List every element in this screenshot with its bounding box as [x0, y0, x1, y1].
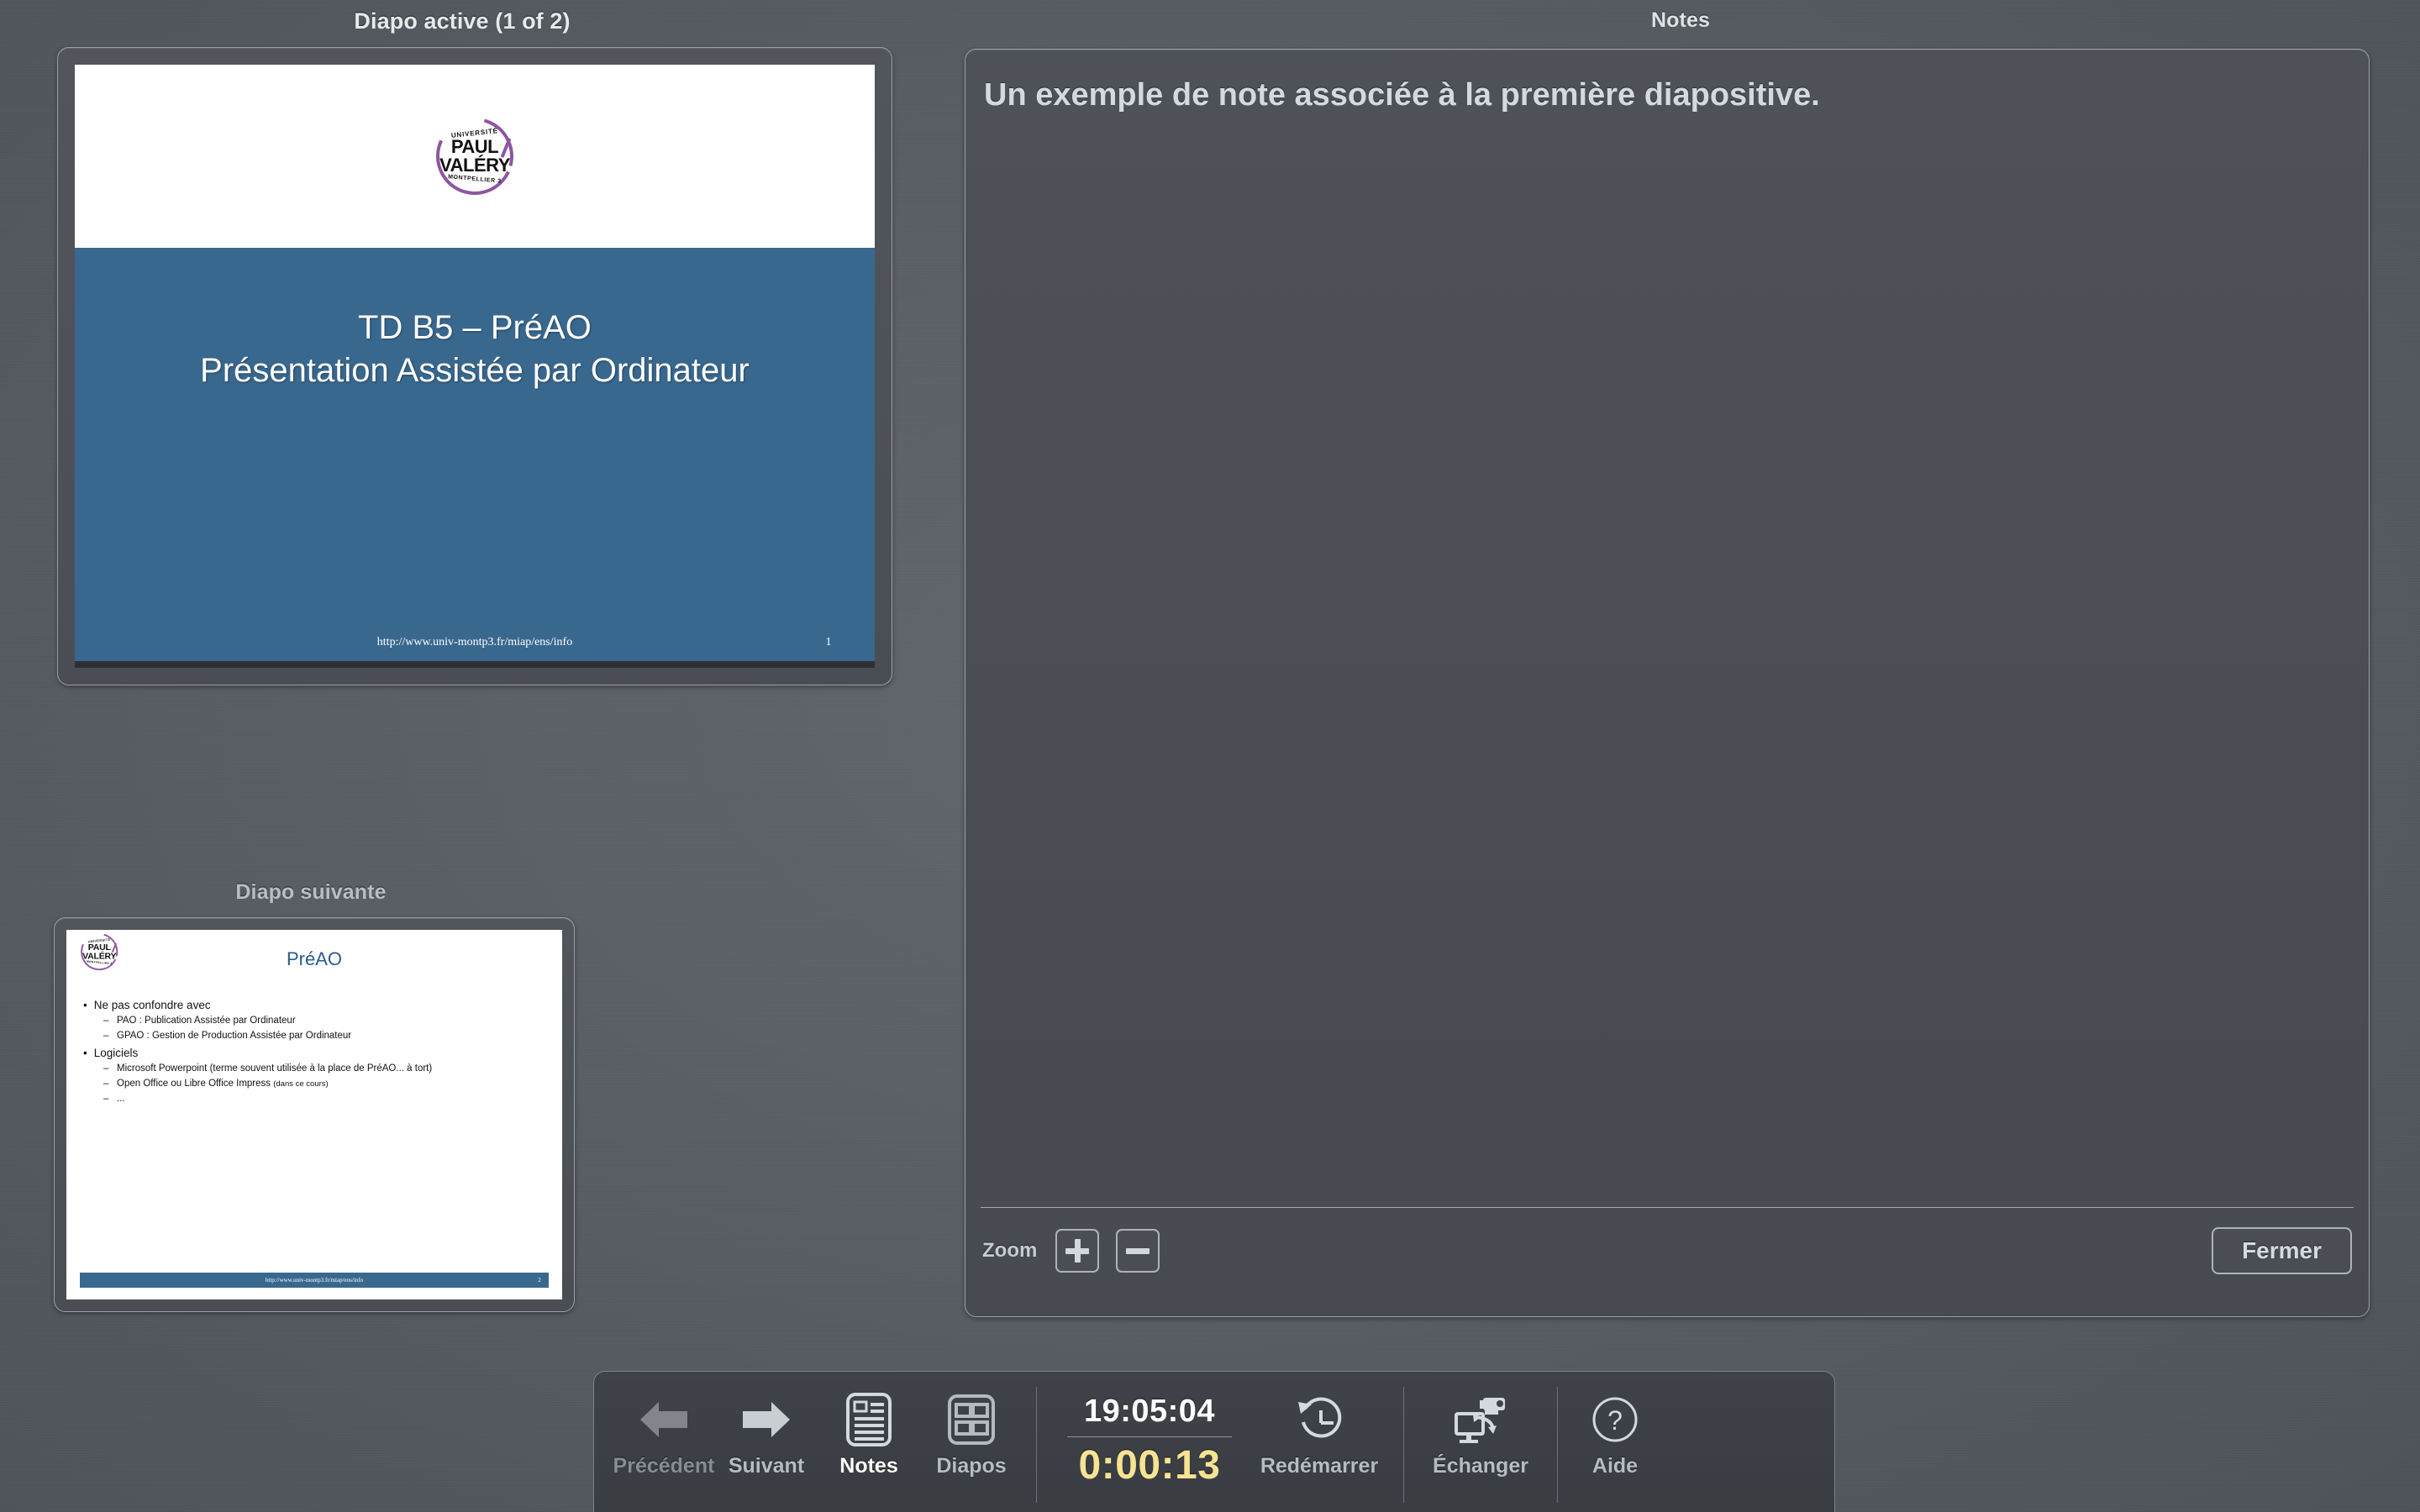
presentation-timer: 0:00:13	[1078, 1443, 1221, 1488]
previous-slide-label: Précédent	[613, 1454, 715, 1478]
next-slide-footer-url: http://www.univ-montp3.fr/miap/ens/info	[265, 1277, 364, 1284]
bullet-item: Microsoft Powerpoint (terme souvent util…	[103, 1063, 549, 1074]
restart-clock-icon	[1293, 1387, 1345, 1452]
next-slide-heading: Diapo suivante	[235, 880, 387, 904]
current-slide-preview[interactable]: UNIVERSITÉ PAUL VALÉRY MONTPELLIER 3 TD …	[75, 65, 875, 668]
toggle-notes-button[interactable]: Notes	[818, 1387, 920, 1478]
swap-screens-icon	[1451, 1387, 1510, 1452]
bullet-item: Ne pas confondre avec	[83, 999, 549, 1011]
divider	[1067, 1436, 1232, 1437]
presenter-toolbar: Précédent Suivant Notes Diapos 19:05:04 …	[593, 1371, 1835, 1512]
bullet-text: Open Office ou Libre Office Impress	[117, 1079, 274, 1089]
plus-icon	[1065, 1239, 1090, 1263]
divider	[1557, 1387, 1558, 1503]
bullet-item: PAO : Publication Assistée par Ordinateu…	[103, 1015, 549, 1026]
slide-title-block: TD B5 – PréAO Présentation Assistée par …	[183, 307, 766, 392]
zoom-out-button[interactable]	[1116, 1229, 1160, 1273]
slide-footer-url: http://www.univ-montp3.fr/miap/ens/info	[376, 635, 573, 648]
help-button[interactable]: ? Aide	[1571, 1387, 1659, 1478]
slide-footer: http://www.univ-montp3.fr/miap/ens/info …	[75, 636, 875, 649]
bullet-item: GPAO : Gestion de Production Assistée pa…	[103, 1030, 549, 1042]
clock-timer-block: 19:05:04 0:00:13	[1050, 1387, 1249, 1488]
notes-content: Un exemple de note associée à la premièr…	[984, 77, 1820, 113]
presenter-console: Diapo active (1 of 2) Notes Diapo suivan…	[0, 0, 2420, 1512]
wall-clock: 19:05:04	[1083, 1394, 1216, 1429]
bullet-text-suffix: (dans ce cours)	[273, 1079, 329, 1089]
slide-body-band: TD B5 – PréAO Présentation Assistée par …	[75, 247, 875, 668]
notes-label: Notes	[839, 1454, 898, 1478]
swap-displays-button[interactable]: Échanger	[1418, 1387, 1544, 1478]
notes-heading: Notes	[1651, 8, 1710, 32]
next-slide-body: Ne pas confondre avec PAO : Publication …	[66, 985, 562, 1105]
next-slide-preview[interactable]: UNIVERSITÉ PAUL VALÉRY MONTPELLIER 3 Pré…	[66, 930, 562, 1299]
current-slide-frame[interactable]: UNIVERSITÉ PAUL VALÉRY MONTPELLIER 3 TD …	[57, 47, 892, 685]
restart-label: Redémarrer	[1260, 1454, 1379, 1478]
university-logo-icon-small: UNIVERSITÉ PAUL VALÉRY MONTPELLIER 3	[73, 930, 125, 978]
notes-icon	[845, 1387, 892, 1452]
logo-line-valery: VALÉRY	[439, 154, 510, 176]
restart-timer-button[interactable]: Redémarrer	[1249, 1387, 1390, 1478]
notes-panel[interactable]: Un exemple de note associée à la premièr…	[965, 49, 2370, 1317]
slides-grid-icon	[947, 1387, 996, 1452]
slide-page-number: 1	[825, 635, 832, 648]
close-notes-button[interactable]: Fermer	[2212, 1227, 2352, 1274]
notes-footer-bar: Zoom Fermer	[965, 1207, 2369, 1316]
slide-title-line1: TD B5 – PréAO	[358, 308, 592, 346]
next-slide-button[interactable]: Suivant	[715, 1387, 818, 1478]
next-slide-label: Suivant	[728, 1454, 805, 1478]
zoom-controls: Zoom Fermer	[982, 1227, 2352, 1274]
next-slide-page-number: 2	[538, 1277, 541, 1284]
logo-line-valery: VALÉRY	[82, 951, 117, 962]
university-logo-icon: UNIVERSITÉ PAUL VALÉRY MONTPELLIER 3	[420, 102, 529, 209]
bullet-item: Logiciels	[83, 1047, 549, 1059]
zoom-in-button[interactable]	[1055, 1229, 1100, 1273]
next-slide-title: PréAO	[286, 948, 343, 969]
slides-overview-button[interactable]: Diapos	[920, 1387, 1023, 1478]
arrow-right-icon	[739, 1387, 793, 1452]
next-slide-footer: http://www.univ-montp3.fr/miap/ens/info …	[80, 1273, 549, 1288]
arrow-left-icon	[637, 1387, 691, 1452]
current-slide-heading: Diapo active (1 of 2)	[354, 8, 571, 34]
logo-line-paul: PAUL	[450, 135, 499, 157]
previous-slide-button[interactable]: Précédent	[613, 1387, 715, 1478]
divider	[1403, 1387, 1404, 1503]
slide-header-band: UNIVERSITÉ PAUL VALÉRY MONTPELLIER 3	[75, 65, 875, 248]
minus-icon	[1126, 1239, 1150, 1263]
zoom-label: Zoom	[982, 1239, 1038, 1262]
bullet-item: Open Office ou Libre Office Impress (dan…	[103, 1078, 549, 1089]
svg-text:?: ?	[1607, 1405, 1623, 1436]
help-question-icon: ?	[1591, 1387, 1639, 1452]
divider	[1036, 1387, 1037, 1503]
next-slide-header: UNIVERSITÉ PAUL VALÉRY MONTPELLIER 3 Pré…	[66, 930, 562, 985]
divider	[981, 1207, 2354, 1208]
next-slide-frame[interactable]: UNIVERSITÉ PAUL VALÉRY MONTPELLIER 3 Pré…	[54, 917, 575, 1312]
slide-title-line2: Présentation Assistée par Ordinateur	[200, 351, 750, 389]
swap-label: Échanger	[1433, 1454, 1528, 1478]
bullet-item: ...	[103, 1093, 549, 1105]
slides-label: Diapos	[936, 1454, 1007, 1478]
help-label: Aide	[1591, 1454, 1639, 1478]
